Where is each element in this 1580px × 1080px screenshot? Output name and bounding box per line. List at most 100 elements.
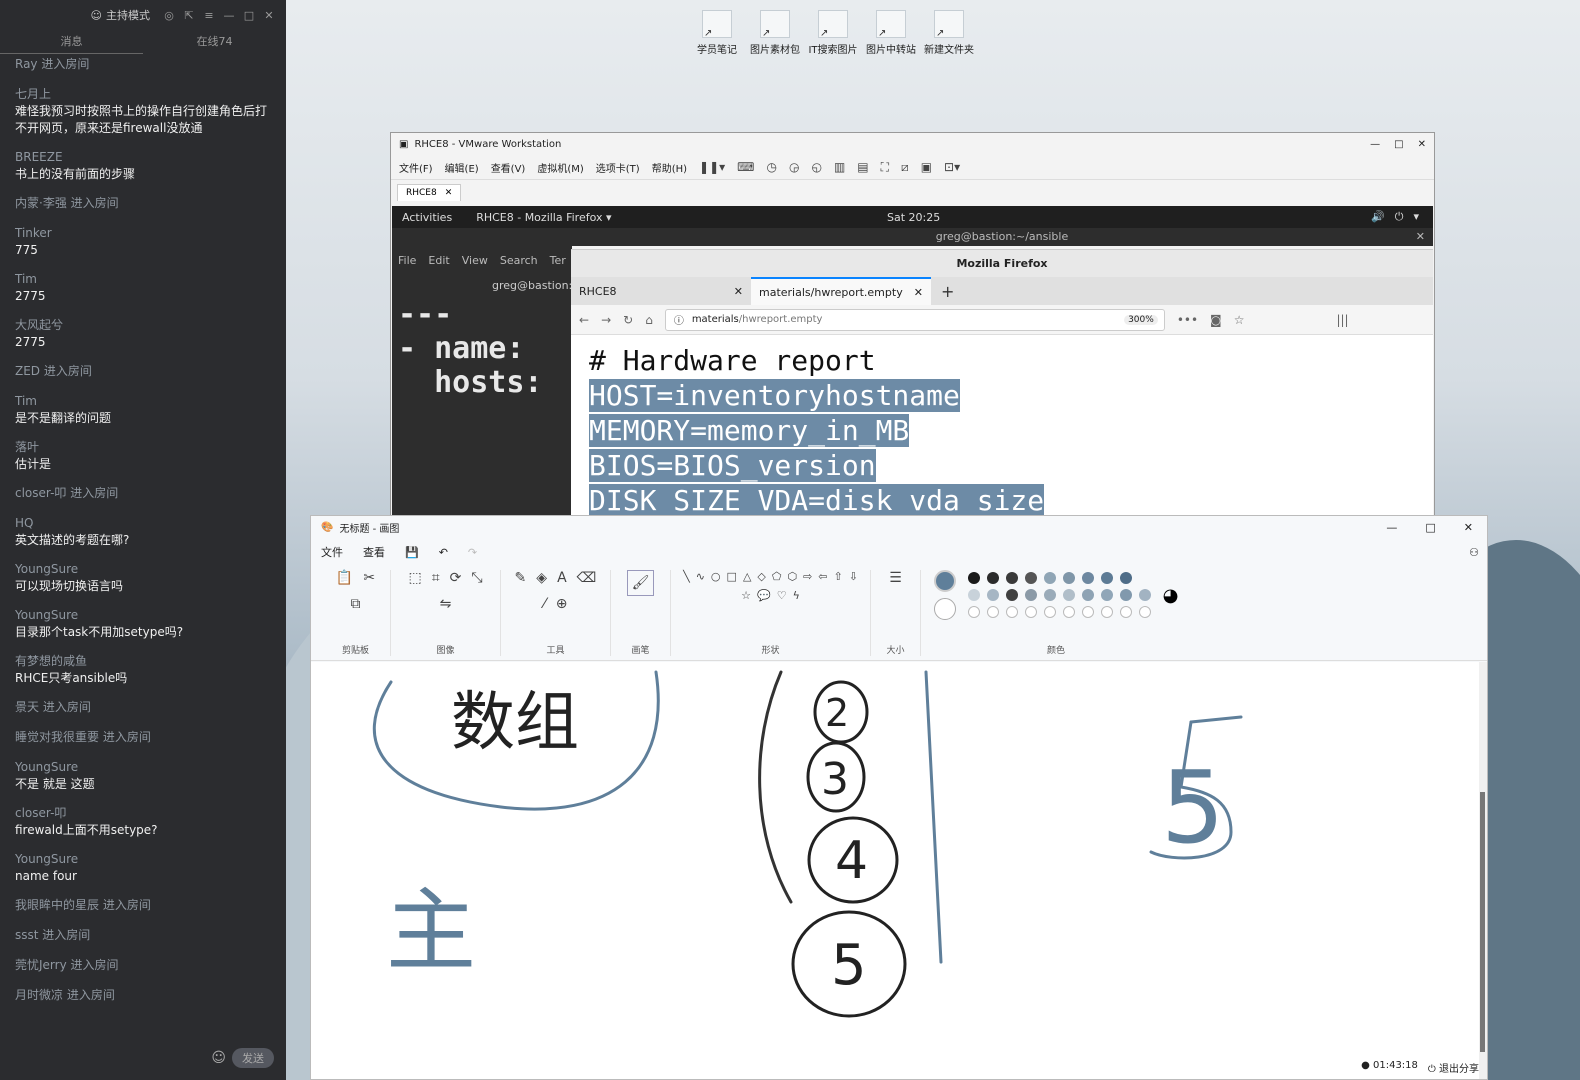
send-button[interactable]: 发送 [232, 1048, 274, 1068]
paint-canvas[interactable]: 数组 主 2 3 4 5 5 [311, 662, 1479, 1079]
curve-shape-icon[interactable]: ∿ [696, 570, 705, 583]
edit-colors-icon[interactable]: ◕ [1163, 585, 1179, 606]
close-icon[interactable]: ✕ [1418, 139, 1426, 150]
message-author[interactable]: Tim [15, 393, 278, 410]
menu-edit[interactable]: 编辑(E) [445, 160, 479, 175]
rect-shape-icon[interactable]: □ [727, 570, 737, 583]
diamond-shape-icon[interactable]: ◇ [757, 570, 765, 583]
send-keys-icon[interactable]: ⌨ [737, 160, 754, 174]
arrow-down-shape-icon[interactable]: ⇩ [849, 570, 858, 583]
maximize-icon[interactable]: □ [242, 9, 256, 22]
arrow-left-shape-icon[interactable]: ⇦ [818, 570, 827, 583]
desktop-icon[interactable]: 图片中转站 [866, 10, 916, 56]
snapshot-manager-icon[interactable]: ◵ [811, 160, 821, 174]
fullscreen-icon[interactable]: ⛶ [881, 160, 889, 175]
message-author[interactable]: closer-叩 [15, 805, 278, 822]
vertical-scrollbar[interactable] [1479, 662, 1487, 1079]
close-icon[interactable]: ✕ [914, 286, 923, 299]
minimize-icon[interactable]: — [222, 9, 236, 22]
paste-icon[interactable]: 📋 [336, 570, 353, 586]
share-icon[interactable]: ⚇ [1469, 546, 1487, 559]
exit-share-button[interactable]: ⏻ 退出分享 [1428, 1060, 1479, 1075]
menu-help[interactable]: 帮助(H) [652, 160, 687, 175]
color-swatch[interactable] [1081, 589, 1094, 601]
color-swatch[interactable] [1100, 589, 1113, 601]
color-swatch[interactable] [1062, 606, 1075, 618]
back-icon[interactable]: ← [579, 313, 589, 327]
menu-search[interactable]: Search [500, 254, 538, 267]
close-icon[interactable]: ✕ [262, 9, 276, 22]
eraser-icon[interactable]: ⌫ [577, 570, 597, 586]
menu-file[interactable]: 文件(F) [399, 160, 433, 175]
activities-button[interactable]: Activities [402, 211, 452, 224]
popout-icon[interactable]: ⇱ [182, 9, 196, 22]
message-author[interactable]: YoungSure [15, 851, 278, 868]
tab-rhce8[interactable]: RHCE8 ✕ [571, 277, 751, 305]
desktop-icon[interactable]: 图片素材包 [750, 10, 800, 56]
forward-icon[interactable]: → [601, 313, 611, 327]
color-swatch[interactable] [1100, 606, 1113, 618]
text-icon[interactable]: A [557, 570, 567, 586]
color-swatch[interactable] [1081, 572, 1094, 584]
color-swatch[interactable] [1024, 572, 1037, 584]
magnifier-icon[interactable]: ⊕ [556, 596, 568, 612]
hexagon-shape-icon[interactable]: ⬡ [787, 570, 797, 583]
color-swatch[interactable] [986, 572, 999, 584]
menu-view[interactable]: 查看(V) [491, 160, 526, 175]
color-swatch[interactable] [1138, 589, 1151, 601]
sidebar-icon[interactable]: ▥ [834, 160, 845, 174]
color-swatch[interactable] [1005, 589, 1018, 601]
menu-file[interactable]: File [398, 254, 416, 267]
color-swatch[interactable] [1062, 589, 1075, 601]
color-swatch[interactable] [1119, 589, 1132, 601]
zoom-badge[interactable]: 300% [1124, 314, 1158, 325]
message-author[interactable]: YoungSure [15, 759, 278, 776]
view-options-icon[interactable]: ⊡▾ [944, 160, 960, 174]
app-menu[interactable]: RHCE8 - Mozilla Firefox ▾ [476, 211, 611, 224]
line-shape-icon[interactable]: ╲ [683, 570, 690, 583]
fill-icon[interactable]: ◈ [536, 570, 547, 586]
resize-icon[interactable]: ⤡ [471, 570, 482, 586]
desktop-icon[interactable]: 新建文件夹 [924, 10, 974, 56]
message-author[interactable]: YoungSure [15, 561, 278, 578]
maximize-icon[interactable]: □ [1394, 139, 1403, 150]
emoji-icon[interactable]: ☺ [211, 1050, 226, 1066]
color-swatch[interactable] [1024, 589, 1037, 601]
tab-hwreport[interactable]: materials/hwreport.empty ✕ [751, 277, 931, 305]
desktop-icon[interactable]: IT搜索图片 [808, 10, 858, 56]
picker-icon[interactable]: ⁄ [543, 596, 545, 612]
oval-shape-icon[interactable]: ○ [711, 570, 721, 583]
color-swatch[interactable] [1005, 606, 1018, 618]
pause-icon[interactable]: ❚❚▾ [699, 160, 725, 174]
close-icon[interactable]: ✕ [1464, 521, 1473, 534]
menu-vm[interactable]: 虚拟机(M) [537, 160, 583, 175]
callout-shape-icon[interactable]: 💬 [757, 589, 771, 602]
message-author[interactable]: 大风起兮 [15, 317, 278, 334]
menu-view[interactable]: View [462, 254, 488, 267]
color-swatch[interactable] [1119, 572, 1132, 584]
message-author[interactable]: Tim [15, 271, 278, 288]
settings-icon[interactable]: ◎ [162, 9, 176, 22]
color-swatch[interactable] [1100, 572, 1113, 584]
library-icon[interactable]: ||| [1336, 313, 1348, 327]
tab-rhce8[interactable]: RHCE8 ✕ [397, 184, 462, 201]
tab-messages[interactable]: 消息 [0, 30, 143, 54]
crop-icon[interactable]: ⌗ [432, 570, 440, 586]
minimize-icon[interactable]: — [1386, 521, 1397, 534]
redo-icon[interactable]: ↷ [468, 546, 477, 559]
tab-online[interactable]: 在线74 [143, 30, 286, 54]
clock[interactable]: Sat 20:25 [887, 211, 940, 224]
undo-icon[interactable]: ↶ [439, 546, 448, 559]
menu-edit[interactable]: Edit [428, 254, 449, 267]
select-icon[interactable]: ⬚ [408, 570, 421, 586]
close-icon[interactable]: ✕ [1416, 228, 1425, 246]
menu-icon[interactable]: ≡ [202, 9, 216, 22]
message-author[interactable]: 七月上 [15, 86, 278, 103]
message-author[interactable]: 有梦想的咸鱼 [15, 653, 278, 670]
color-swatch[interactable] [967, 589, 980, 601]
flip-icon[interactable]: ⇋ [440, 596, 452, 612]
triangle-shape-icon[interactable]: △ [743, 570, 751, 583]
color-swatch[interactable] [967, 572, 980, 584]
color-swatch[interactable] [967, 606, 980, 618]
color-swatch[interactable] [1043, 606, 1056, 618]
